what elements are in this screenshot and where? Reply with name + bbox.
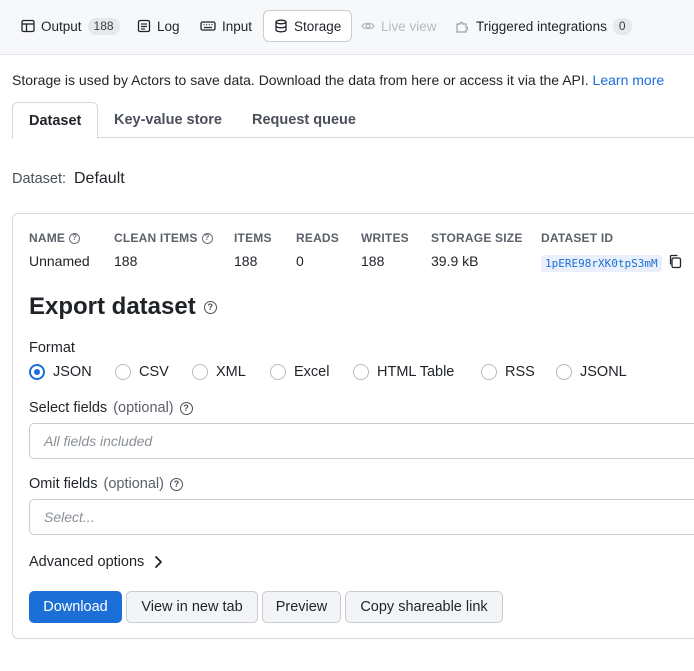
tab-input-label: Input (222, 18, 253, 34)
omit-fields-placeholder: Select... (44, 509, 95, 525)
select-fields-input[interactable]: All fields included (29, 423, 694, 459)
database-icon (275, 19, 287, 33)
format-option-label: CSV (139, 364, 169, 380)
dataset-selector[interactable]: Dataset: Default (12, 170, 125, 188)
radio-icon (353, 364, 369, 380)
omit-fields-input[interactable]: Select... (29, 499, 694, 535)
select-fields-label: Select fields (optional) ? (29, 400, 193, 416)
format-option-excel[interactable]: Excel (270, 364, 329, 380)
format-label: Format (29, 340, 75, 356)
chevron-right-icon (155, 556, 163, 568)
copy-icon[interactable] (668, 254, 682, 269)
select-fields-placeholder: All fields included (44, 433, 153, 449)
storage-description-text: Storage is used by Actors to save data. … (12, 72, 589, 88)
tab-log[interactable]: Log (137, 10, 180, 42)
tab-input[interactable]: Input (200, 10, 252, 42)
puzzle-icon (456, 21, 469, 33)
dataset-id-value: 1pERE98rXK0tpS3mM (541, 255, 662, 272)
stat-header-clean-items-label: CLEAN ITEMS (114, 231, 198, 245)
stat-header-writes: WRITES (361, 231, 409, 245)
tab-triggered-integrations-label: Triggered integrations (476, 18, 607, 34)
help-icon[interactable]: ? (203, 300, 217, 314)
format-option-label: JSONL (580, 364, 627, 380)
dataset-value: Default (74, 170, 125, 187)
format-option-xml[interactable]: XML (192, 364, 246, 380)
tab-key-value-store[interactable]: Key-value store (114, 102, 222, 138)
help-icon[interactable]: ? (179, 401, 193, 415)
output-count-badge: 188 (87, 17, 120, 35)
log-icon (137, 19, 151, 33)
download-button[interactable]: Download (29, 591, 122, 623)
stat-header-items: ITEMS (234, 231, 272, 245)
tab-triggered-integrations[interactable]: Triggered integrations 0 (455, 10, 632, 42)
tab-log-label: Log (157, 18, 180, 34)
tab-request-queue[interactable]: Request queue (252, 102, 356, 138)
stat-dataset-id: 1pERE98rXK0tpS3mM (541, 254, 662, 272)
format-option-label: HTML Table (377, 364, 455, 380)
help-icon[interactable]: ? (69, 232, 81, 244)
format-option-label: JSON (53, 364, 92, 380)
select-fields-label-text: Select fields (29, 400, 108, 416)
format-option-json[interactable]: JSON (29, 364, 92, 380)
format-option-rss[interactable]: RSS (481, 364, 535, 380)
format-option-jsonl[interactable]: JSONL (556, 364, 627, 380)
format-option-label: XML (216, 364, 246, 380)
tab-output[interactable]: Output 188 (21, 10, 120, 42)
stat-items-value: 188 (234, 253, 258, 269)
omit-fields-label-text: Omit fields (29, 476, 98, 492)
table-icon (21, 19, 35, 33)
integrations-count-badge: 0 (612, 17, 632, 35)
export-dataset-heading: Export dataset ? (29, 293, 217, 321)
storage-tabs: Dataset Key-value store Request queue (12, 102, 694, 139)
stat-header-clean-items: CLEAN ITEMS ? (114, 231, 213, 245)
radio-selected-icon (29, 364, 45, 380)
stat-reads-value: 0 (296, 253, 304, 269)
format-option-html-table[interactable]: HTML Table (353, 364, 454, 380)
radio-icon (270, 364, 286, 380)
help-icon[interactable]: ? (201, 232, 213, 244)
output-tab-bar: Output 188 Log Input Storage Live view T… (0, 0, 694, 55)
select-fields-optional: (optional) (113, 400, 174, 416)
omit-fields-optional: (optional) (103, 476, 164, 492)
stat-writes-value: 188 (361, 253, 385, 269)
view-in-new-tab-button[interactable]: View in new tab (126, 591, 258, 623)
omit-fields-label: Omit fields (optional) ? (29, 476, 183, 492)
stat-header-dataset-id: DATASET ID (541, 231, 614, 245)
advanced-options-label: Advanced options (29, 554, 145, 570)
tab-dataset[interactable]: Dataset (12, 102, 99, 139)
stat-header-reads: READS (296, 231, 340, 245)
tab-live-view-label: Live view (381, 18, 437, 34)
storage-description: Storage is used by Actors to save data. … (12, 72, 664, 88)
radio-icon (115, 364, 131, 380)
preview-button[interactable]: Preview (262, 591, 341, 623)
tab-storage-label: Storage (294, 18, 342, 34)
tab-live-view[interactable]: Live view (361, 10, 437, 42)
radio-icon (556, 364, 572, 380)
stat-header-name: NAME ? (29, 231, 81, 245)
stat-name-value: Unnamed (29, 253, 90, 269)
export-dataset-title: Export dataset (29, 293, 196, 320)
radio-icon (192, 364, 208, 380)
help-icon[interactable]: ? (169, 477, 183, 491)
stat-storage-size-value: 39.9 kB (431, 253, 479, 269)
radio-icon (481, 364, 497, 380)
eye-icon (361, 22, 375, 30)
stat-clean-items-value: 188 (114, 253, 138, 269)
stat-header-storage-size: STORAGE SIZE (431, 231, 523, 245)
format-option-csv[interactable]: CSV (115, 364, 169, 380)
tab-storage[interactable]: Storage (263, 10, 353, 42)
stat-header-name-label: NAME (29, 231, 66, 245)
dataset-label: Dataset: (12, 171, 66, 187)
copy-shareable-link-button[interactable]: Copy shareable link (345, 591, 503, 623)
learn-more-link[interactable]: Learn more (593, 72, 665, 88)
format-option-label: RSS (505, 364, 535, 380)
format-option-label: Excel (294, 364, 330, 380)
keyboard-icon (200, 21, 216, 31)
tab-output-label: Output (41, 18, 82, 34)
advanced-options-toggle[interactable]: Advanced options (29, 554, 163, 570)
